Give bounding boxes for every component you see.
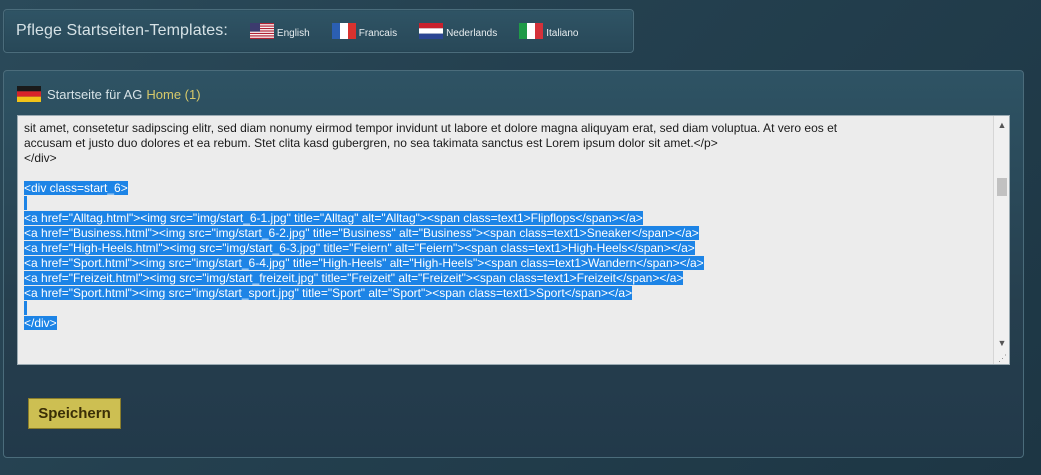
lang-italiano[interactable]: Italiano [519,23,578,39]
language-bar: Pflege Startseiten-Templates: English Fr… [3,9,634,53]
code-line [24,196,989,211]
lang-francais[interactable]: Francais [331,23,398,39]
selected-text: <a href="Business.html"><img src="img/st… [24,226,699,240]
flag-uk-icon [249,23,274,39]
code-line: <a href="Freizeit.html"><img src="img/st… [24,271,989,286]
code-line: <a href="Sport.html"><img src="img/start… [24,286,989,301]
lang-nederlands[interactable]: Nederlands [419,23,497,39]
code-line: <a href="Sport.html"><img src="img/start… [24,256,989,271]
selected-text [24,301,28,315]
code-line: </div> [24,316,989,331]
template-panel: Startseite für AG Home (1) sit amet, con… [3,70,1024,458]
scroll-up-icon[interactable]: ▲ [994,118,1009,132]
panel-home-link[interactable]: Home (1) [146,87,200,102]
flag-fr-icon [331,23,356,39]
code-line: <a href="Business.html"><img src="img/st… [24,226,989,241]
selected-text: <a href="Alltag.html"><img src="img/star… [24,211,643,225]
save-button[interactable]: Speichern [28,398,121,429]
code-line: </div> [24,151,57,165]
flag-it-icon [519,23,544,39]
lang-francais-label: Francais [358,27,398,39]
lang-english[interactable]: English [249,23,310,39]
selected-text: <a href="Sport.html"><img src="img/start… [24,256,704,270]
template-code[interactable]: sit amet, consetetur sadipscing elitr, s… [24,121,989,331]
code-line: sit amet, consetetur sadipscing elitr, s… [24,121,838,135]
selected-text: <a href="Freizeit.html"><img src="img/st… [24,271,684,285]
code-line: <a href="High-Heels.html"><img src="img/… [24,241,989,256]
code-line [24,301,989,316]
selected-text [24,196,28,210]
panel-title: Startseite für AG [47,86,143,102]
selected-text: <div class=start_6> [24,181,128,195]
selected-text: <a href="High-Heels.html"><img src="img/… [24,241,695,255]
template-editor[interactable]: sit amet, consetetur sadipscing elitr, s… [17,115,1010,365]
resize-grip-icon[interactable]: ⋰ [998,354,1007,363]
editor-scrollbar[interactable]: ▲ ▼ [993,116,1009,364]
language-bar-title: Pflege Startseiten-Templates: [16,22,228,39]
scroll-thumb[interactable] [997,178,1007,196]
code-line: <div class=start_6> [24,181,989,196]
lang-nederlands-label: Nederlands [446,27,498,39]
code-line: <a href="Alltag.html"><img src="img/star… [24,211,989,226]
flag-de-icon [17,86,41,102]
selected-text: </div> [24,316,57,330]
lang-italiano-label: Italiano [546,27,579,39]
scroll-down-icon[interactable]: ▼ [994,336,1009,350]
flag-nl-icon [419,23,444,39]
lang-english-label: English [276,27,310,39]
selected-text: <a href="Sport.html"><img src="img/start… [24,286,633,300]
code-line: accusam et justo duo dolores et ea rebum… [24,136,718,150]
panel-header: Startseite für AG Home (1) [17,86,201,102]
